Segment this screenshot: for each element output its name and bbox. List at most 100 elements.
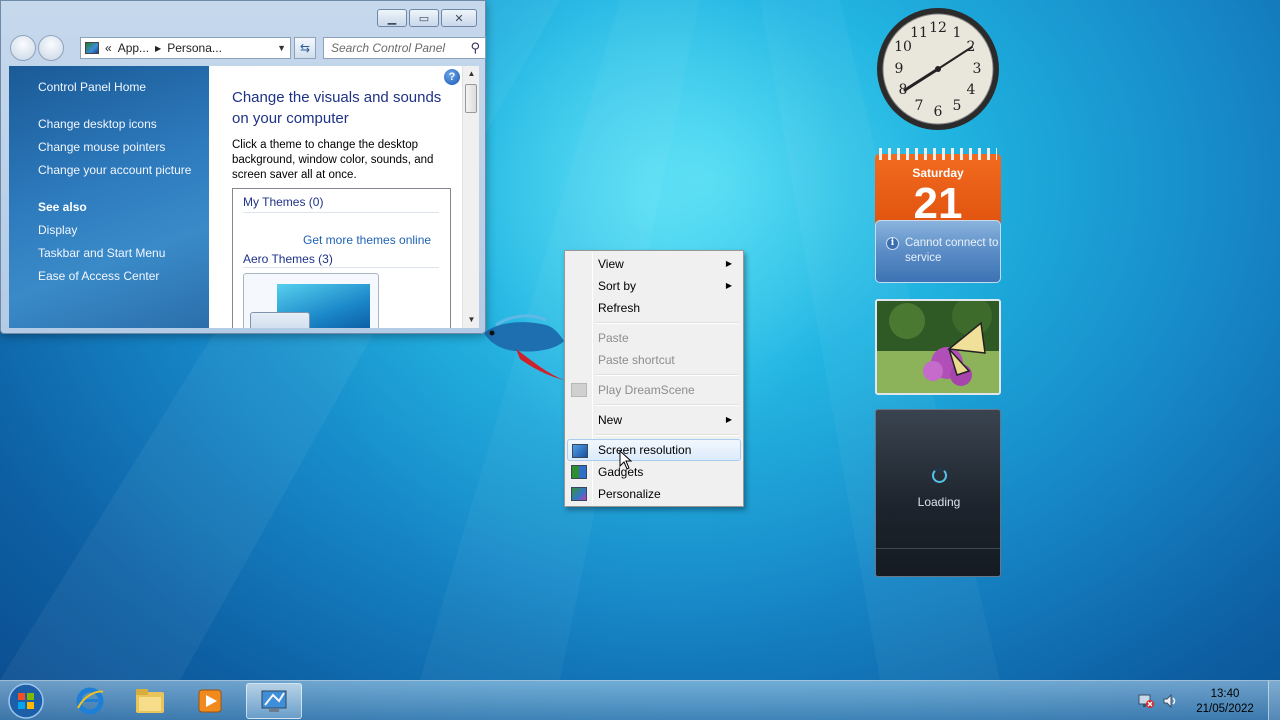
network-icon[interactable] xyxy=(1138,693,1154,709)
butterfly-photo xyxy=(877,301,999,393)
menu-item-label: Paste shortcut xyxy=(598,353,675,367)
minimize-button[interactable]: ▁ xyxy=(377,9,407,27)
link-change-desktop-icons[interactable]: Change desktop icons xyxy=(38,117,209,132)
slideshow-gadget[interactable] xyxy=(875,299,1001,395)
personalize-icon xyxy=(571,487,587,501)
get-more-themes-link[interactable]: Get more themes online xyxy=(303,233,450,247)
menu-item-gadgets[interactable]: Gadgets xyxy=(567,461,741,483)
theme-list[interactable]: My Themes (0) Get more themes online Aer… xyxy=(232,188,451,328)
dreamscene-icon xyxy=(571,383,587,397)
svg-text:9: 9 xyxy=(895,61,904,77)
menu-item-paste: Paste xyxy=(567,327,741,349)
link-ease-of-access[interactable]: Ease of Access Center xyxy=(38,269,209,284)
search-icon[interactable]: ⚲ xyxy=(470,40,480,56)
close-icon: ✕ xyxy=(454,12,464,25)
feed-gadget[interactable]: Loading xyxy=(875,409,1001,577)
submenu-arrow-icon: ▶ xyxy=(725,259,732,268)
scrollbar-thumb[interactable] xyxy=(465,84,477,113)
breadcrumb-arrow-icon[interactable]: ▶ xyxy=(155,44,161,53)
close-button[interactable]: ✕ xyxy=(441,9,477,27)
help-icon[interactable]: ? xyxy=(444,69,460,85)
search-input[interactable]: Search Control Panel ⚲ xyxy=(323,37,486,59)
submenu-arrow-icon: ▶ xyxy=(725,415,732,424)
monitor-icon xyxy=(572,444,588,458)
address-segment-personalization[interactable]: Persona... xyxy=(167,41,222,55)
internet-explorer-icon xyxy=(76,687,104,715)
scroll-up-icon[interactable]: ▲ xyxy=(463,66,480,82)
menu-item-label: New xyxy=(598,413,623,427)
show-desktop-button[interactable] xyxy=(1268,681,1280,720)
menu-item-label: View xyxy=(598,257,624,271)
menu-item-label: Play DreamScene xyxy=(598,383,695,397)
menu-item-refresh[interactable]: Refresh xyxy=(567,297,741,319)
menu-item-label: Screen resolution xyxy=(598,443,692,457)
menu-item-label: Sort by xyxy=(598,279,637,293)
menu-item-sort-by[interactable]: Sort by ▶ xyxy=(567,275,741,297)
menu-item-label: Personalize xyxy=(598,487,661,501)
menu-item-personalize[interactable]: Personalize xyxy=(567,483,741,505)
taskbar-control-panel[interactable] xyxy=(246,683,302,719)
menu-separator xyxy=(567,371,741,379)
address-overflow[interactable]: « xyxy=(105,41,112,55)
maximize-button[interactable]: ▭ xyxy=(409,9,439,27)
gadgets-icon xyxy=(571,465,587,479)
see-also-heading: See also xyxy=(38,200,87,214)
address-dropdown-icon[interactable]: ▼ xyxy=(277,43,286,53)
loading-spinner-icon xyxy=(932,468,947,483)
refresh-icon: ⇆ xyxy=(299,41,311,55)
clock-gadget[interactable]: 1212 345 678 91011 xyxy=(875,6,1001,132)
menu-item-new[interactable]: New ▶ xyxy=(567,409,741,431)
svg-text:7: 7 xyxy=(915,98,924,114)
mouse-cursor-icon xyxy=(619,450,633,470)
link-display[interactable]: Display xyxy=(38,223,209,238)
minimize-icon: ▁ xyxy=(387,12,397,25)
menu-separator xyxy=(567,431,741,439)
vertical-scrollbar[interactable]: ▲ ▼ xyxy=(462,66,479,328)
svg-text:6: 6 xyxy=(934,104,943,120)
maximize-icon: ▭ xyxy=(418,12,430,25)
svg-text:11: 11 xyxy=(910,25,928,41)
calendar-gadget[interactable]: Saturday 21 i Cannot connect to service xyxy=(875,148,1001,284)
start-button[interactable] xyxy=(6,682,46,720)
menu-item-view[interactable]: View ▶ xyxy=(567,253,741,275)
forward-button[interactable] xyxy=(38,35,64,61)
content-pane: Change the visuals and sounds on your co… xyxy=(209,66,462,328)
address-segment-appearance[interactable]: App... xyxy=(118,41,149,55)
loading-text: Loading xyxy=(917,495,961,509)
page-title: Change the visuals and sounds on your co… xyxy=(232,89,442,127)
error-text: Cannot connect to service xyxy=(905,237,999,264)
menu-separator xyxy=(567,401,741,409)
refresh-button[interactable]: ⇆ xyxy=(294,37,316,59)
control-panel-icon xyxy=(261,690,287,712)
svg-text:4: 4 xyxy=(967,82,976,98)
link-change-account-picture[interactable]: Change your account picture xyxy=(38,163,209,178)
theme-thumbnail[interactable] xyxy=(243,273,379,328)
page-description: Click a theme to change the desktop back… xyxy=(232,139,434,181)
volume-icon[interactable] xyxy=(1162,693,1178,709)
calendar-error-message: i Cannot connect to service xyxy=(875,220,1001,283)
menu-item-screen-resolution[interactable]: Screen resolution xyxy=(567,439,741,461)
search-placeholder: Search Control Panel xyxy=(331,41,446,55)
scroll-down-icon[interactable]: ▼ xyxy=(463,312,480,328)
menu-separator xyxy=(567,319,741,327)
menu-item-paste-shortcut: Paste shortcut xyxy=(567,349,741,371)
address-bar[interactable]: « App... ▶ Persona... ▼ xyxy=(80,37,291,59)
folder-icon xyxy=(136,689,164,713)
svg-text:10: 10 xyxy=(894,39,912,55)
theme-preview-window xyxy=(250,312,310,328)
link-change-mouse-pointers[interactable]: Change mouse pointers xyxy=(38,140,209,155)
taskbar-media-player[interactable] xyxy=(182,683,238,719)
taskbar-internet-explorer[interactable] xyxy=(62,683,118,719)
personalization-window: ▁ ▭ ✕ « App... ▶ Persona... ▼ ⇆ Search C… xyxy=(0,0,486,334)
link-control-panel-home[interactable]: Control Panel Home xyxy=(38,80,209,95)
divider xyxy=(243,212,439,213)
my-themes-heading: My Themes (0) xyxy=(243,195,324,209)
back-button[interactable] xyxy=(10,35,36,61)
system-clock[interactable]: 13:40 21/05/2022 xyxy=(1186,687,1264,717)
link-taskbar-start-menu[interactable]: Taskbar and Start Menu xyxy=(38,246,209,261)
taskbar-windows-explorer[interactable] xyxy=(122,683,178,719)
submenu-arrow-icon: ▶ xyxy=(725,281,732,290)
calendar-rings xyxy=(879,148,997,160)
